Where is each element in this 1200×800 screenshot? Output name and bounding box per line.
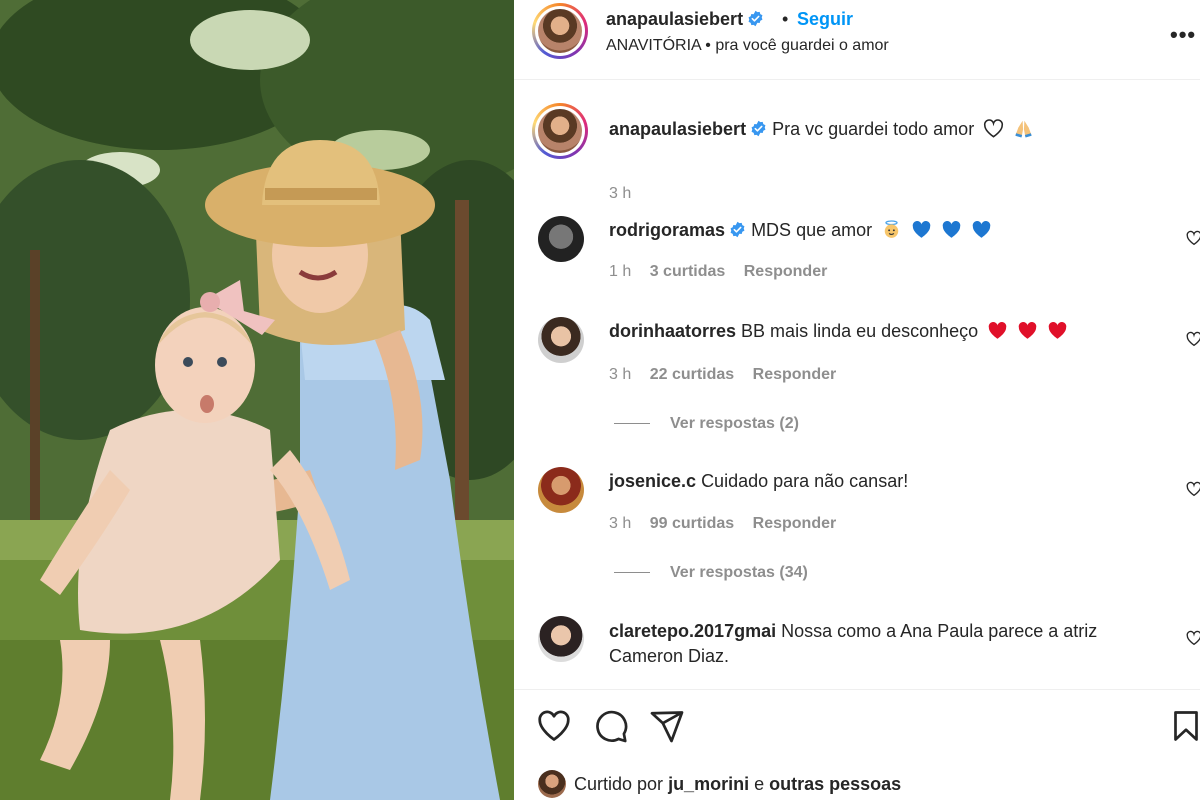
comment-body: BB mais linda eu desconheço xyxy=(741,321,979,341)
follow-button[interactable]: Seguir xyxy=(797,9,853,30)
liked-by-conj: e xyxy=(754,774,765,794)
comment-likes-count[interactable]: 22 curtidas xyxy=(650,366,734,383)
caption-username[interactable]: anapaulasiebert xyxy=(609,119,746,139)
view-replies-label[interactable]: Ver respostas (2) xyxy=(670,415,799,432)
reply-button[interactable]: Responder xyxy=(753,515,837,532)
liked-by-others[interactable]: outras pessoas xyxy=(769,774,901,794)
comment-text: dorinhaatorres BB mais linda eu desconhe… xyxy=(609,319,1169,344)
comment-avatar[interactable] xyxy=(538,467,584,513)
post-media-illustration xyxy=(0,0,514,800)
comment-time[interactable]: 3 h xyxy=(609,515,631,532)
comment-body: MDS que amor xyxy=(751,220,873,240)
blue-heart-emoji xyxy=(912,220,931,238)
comment-like-heart-icon[interactable] xyxy=(1186,630,1200,646)
post-header: anapaulasiebert • Seguir ANAVITÓRIA • pr… xyxy=(514,0,1200,80)
comment-likes-count[interactable]: 99 curtidas xyxy=(650,515,734,532)
caption-avatar[interactable] xyxy=(532,103,588,159)
comments-list[interactable]: anapaulasiebert Pra vc guardei todo amor… xyxy=(514,81,1200,688)
author-avatar[interactable] xyxy=(532,3,588,59)
caption-text: anapaulasiebert Pra vc guardei todo amor xyxy=(609,117,1169,142)
white-heart-emoji xyxy=(984,119,1004,138)
comment-username[interactable]: josenice.c xyxy=(609,471,696,491)
reply-button[interactable]: Responder xyxy=(753,366,837,383)
comment-avatar[interactable] xyxy=(538,616,584,662)
red-heart-emoji xyxy=(1018,321,1037,339)
comment-username[interactable]: dorinhaatorres xyxy=(609,321,736,341)
share-icon[interactable] xyxy=(649,708,685,744)
verified-badge-icon xyxy=(730,221,745,238)
comment-like-heart-icon[interactable] xyxy=(1186,481,1200,497)
red-heart-emoji xyxy=(1048,321,1067,339)
caption-time[interactable]: 3 h xyxy=(609,185,631,202)
liked-by-avatar[interactable] xyxy=(538,770,566,798)
comment-like-heart-icon[interactable] xyxy=(1186,230,1200,246)
comment-avatar[interactable] xyxy=(538,216,584,262)
red-heart-emoji xyxy=(988,321,1007,339)
comment-text: claretepo.2017gmai Nossa como a Ana Paul… xyxy=(609,619,1154,669)
comment-time[interactable]: 3 h xyxy=(609,366,631,383)
more-options-icon[interactable]: ••• xyxy=(1170,22,1196,48)
comment-body: Cuidado para não cansar! xyxy=(701,471,909,491)
comment-like-heart-icon[interactable] xyxy=(1186,331,1200,347)
comment-username[interactable]: rodrigoramas xyxy=(609,220,725,240)
comment-avatar[interactable] xyxy=(538,317,584,363)
replies-divider xyxy=(614,423,650,425)
liked-by-summary: Curtido por ju_morini e outras pessoas xyxy=(538,770,901,798)
audio-track-link[interactable]: ANAVITÓRIA • pra você guardei o amor xyxy=(606,37,889,55)
verified-badge-icon xyxy=(751,120,766,137)
verified-badge-icon xyxy=(748,10,763,27)
comment-time[interactable]: 1 h xyxy=(609,263,631,280)
reply-button[interactable]: Responder xyxy=(744,263,828,280)
liked-by-prefix: Curtido por xyxy=(574,774,664,794)
bookmark-icon[interactable] xyxy=(1168,708,1200,744)
post-side-panel: anapaulasiebert • Seguir ANAVITÓRIA • pr… xyxy=(514,0,1200,800)
comment-username[interactable]: claretepo.2017gmai xyxy=(609,621,776,641)
comment-likes-count[interactable]: 3 curtidas xyxy=(650,263,726,280)
author-username[interactable]: anapaulasiebert xyxy=(606,9,743,29)
blue-heart-emoji xyxy=(942,220,961,238)
comment-meta: 3 h 22 curtidas Responder xyxy=(609,366,850,384)
comment-text: rodrigoramas MDS que amor xyxy=(609,218,1169,243)
replies-divider xyxy=(614,572,650,574)
comment-meta: 3 h 99 curtidas Responder xyxy=(609,515,850,533)
blue-heart-emoji xyxy=(972,220,991,238)
view-replies-button[interactable]: Ver respostas (2) xyxy=(614,415,799,433)
comment-text: josenice.c Cuidado para não cansar! xyxy=(609,469,1169,494)
heart-outline-icon[interactable] xyxy=(536,708,572,744)
comment-icon[interactable] xyxy=(593,708,629,744)
caption-body: Pra vc guardei todo amor xyxy=(772,119,975,139)
view-replies-label[interactable]: Ver respostas (34) xyxy=(670,564,808,581)
post-action-bar: Curtido por ju_morini e outras pessoas xyxy=(514,689,1200,800)
view-replies-button[interactable]: Ver respostas (34) xyxy=(614,564,808,582)
header-separator: • xyxy=(782,9,789,29)
comment-meta: 1 h 3 curtidas Responder xyxy=(609,263,841,281)
caption-meta: 3 h xyxy=(609,185,645,203)
post-media-video[interactable] xyxy=(0,0,514,800)
praying-hands-emoji xyxy=(1015,120,1032,138)
angel-emoji xyxy=(884,220,899,238)
liked-by-user[interactable]: ju_morini xyxy=(668,774,749,794)
author-username-row[interactable]: anapaulasiebert xyxy=(606,9,764,30)
